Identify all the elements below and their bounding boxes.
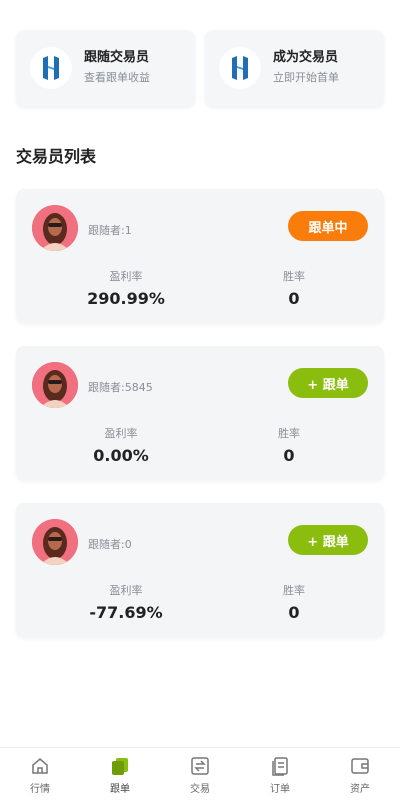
tab-market-label: 行情 <box>30 784 50 795</box>
wallet-icon <box>351 758 369 774</box>
profit-rate-value: -77.69% <box>89 603 163 622</box>
profit-rate-stat: 盈利率 -77.69% <box>76 583 176 625</box>
win-rate-stat: 胜率 0 <box>249 426 329 468</box>
trader-card[interactable]: 跟随者:0 + 跟单 盈利率 -77.69% 胜率 0 <box>16 503 384 637</box>
win-rate-stat: 胜率 0 <box>254 269 334 311</box>
profit-rate-label: 盈利率 <box>104 427 138 440</box>
tab-orders-label: 订单 <box>270 784 290 795</box>
follower-count: 跟随者:1 <box>88 224 132 237</box>
profit-rate-stat: 盈利率 0.00% <box>71 426 171 468</box>
win-rate-value: 0 <box>283 446 295 465</box>
avatar <box>32 362 78 408</box>
win-rate-stat: 胜率 0 <box>254 583 334 625</box>
become-trader-card[interactable]: 成为交易员 立即开始首单 <box>205 30 384 106</box>
tab-copy-trade-label: 跟单 <box>110 784 130 795</box>
follow-trader-card[interactable]: 跟随交易员 查看跟单收益 <box>16 30 195 106</box>
copy-trade-icon <box>112 758 128 775</box>
profit-rate-value: 0.00% <box>93 446 149 465</box>
avatar <box>32 205 78 251</box>
follow-button[interactable]: + 跟单 <box>288 368 368 398</box>
profit-rate-label: 盈利率 <box>109 270 143 283</box>
become-trader-title: 成为交易员 <box>273 50 339 65</box>
profit-rate-label: 盈利率 <box>109 584 143 597</box>
home-icon <box>32 758 48 774</box>
top-action-cards: 跟随交易员 查看跟单收益 成为交易员 立即开始首单 <box>16 30 384 106</box>
win-rate-label: 胜率 <box>283 584 305 597</box>
avatar <box>32 519 78 565</box>
follow-button[interactable]: + 跟单 <box>288 525 368 555</box>
profit-rate-stat: 盈利率 290.99% <box>76 269 176 311</box>
follow-trader-title: 跟随交易员 <box>84 50 150 65</box>
brand-logo-icon <box>30 47 72 89</box>
brand-logo-icon <box>219 47 261 89</box>
follower-count: 跟随者:0 <box>88 538 132 551</box>
win-rate-value: 0 <box>288 603 300 622</box>
following-button[interactable]: 跟单中 <box>288 211 368 241</box>
win-rate-label: 胜率 <box>278 427 300 440</box>
bottom-tab-bar: 行情 跟单 交易 订单 资产 <box>0 747 400 800</box>
trader-card[interactable]: 跟随者:5845 + 跟单 盈利率 0.00% 胜率 0 <box>16 346 384 480</box>
follow-trader-subtitle: 查看跟单收益 <box>84 71 150 84</box>
win-rate-value: 0 <box>288 289 300 308</box>
tab-copy-trade[interactable]: 跟单 <box>80 748 160 800</box>
follower-count: 跟随者:5845 <box>88 381 153 394</box>
orders-icon <box>272 757 288 776</box>
trader-list-title: 交易员列表 <box>16 147 97 166</box>
tab-market[interactable]: 行情 <box>0 748 80 800</box>
become-trader-subtitle: 立即开始首单 <box>273 71 339 84</box>
exchange-icon <box>191 757 209 775</box>
win-rate-label: 胜率 <box>283 270 305 283</box>
tab-assets[interactable]: 资产 <box>320 748 400 800</box>
profit-rate-value: 290.99% <box>87 289 165 308</box>
tab-trade-label: 交易 <box>190 784 210 795</box>
copy-trading-page: 跟随交易员 查看跟单收益 成为交易员 立即开始首单 交易员列表 跟随者:1 跟单… <box>0 0 400 800</box>
tab-assets-label: 资产 <box>350 784 370 795</box>
trader-card[interactable]: 跟随者:1 跟单中 盈利率 290.99% 胜率 0 <box>16 189 384 323</box>
tab-trade[interactable]: 交易 <box>160 748 240 800</box>
tab-orders[interactable]: 订单 <box>240 748 320 800</box>
